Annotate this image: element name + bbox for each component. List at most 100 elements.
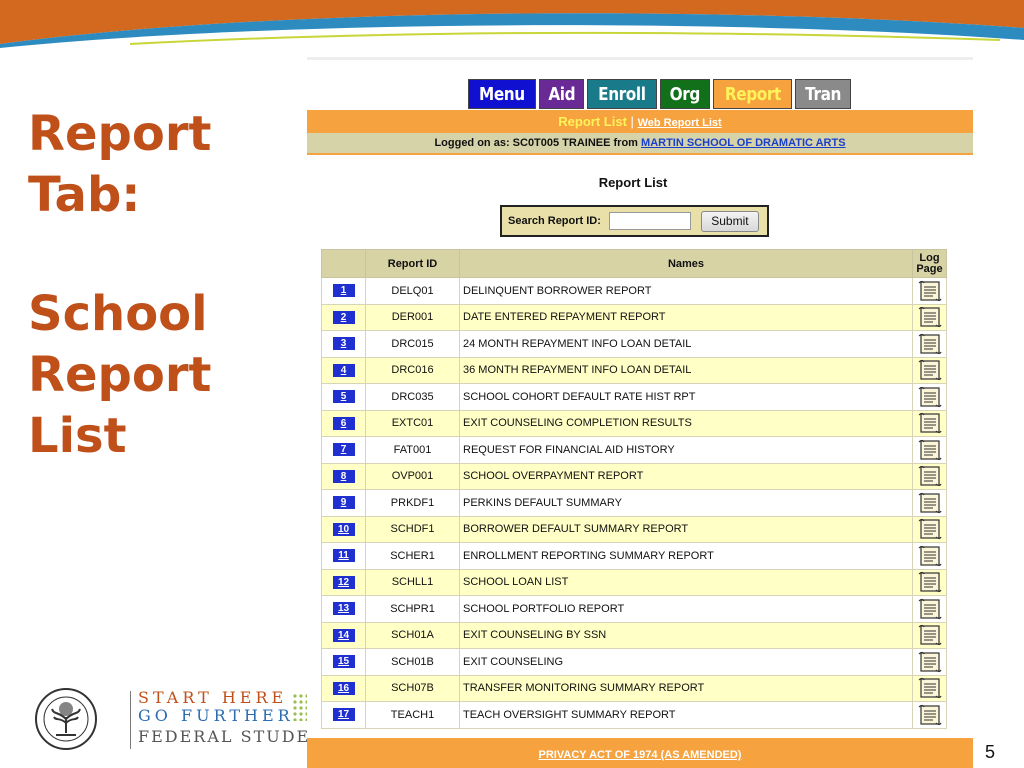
subtitle-line: List <box>28 408 127 464</box>
nav-tabs: Menu Aid Enroll Org Report Tran <box>468 79 852 109</box>
log-page-label: Log Page <box>916 251 943 275</box>
tab-tran[interactable]: Tran <box>795 79 852 109</box>
logo-line-federal: FEDERAL STUDENT A <box>138 727 309 746</box>
row-number-cell: 6 <box>321 409 366 437</box>
subnav-report-list[interactable]: Report List <box>558 114 627 129</box>
submit-button[interactable]: Submit <box>700 210 759 232</box>
scroll-icon[interactable] <box>918 518 942 540</box>
login-status: Logged on as: SC0T005 TRAINEE from MARTI… <box>307 133 973 155</box>
subtitle-line: Report <box>28 347 212 403</box>
report-name-cell: SCHOOL LOAN LIST <box>459 568 913 596</box>
report-name-cell: DELINQUENT BORROWER REPORT <box>459 277 913 305</box>
report-name-cell: SCHOOL COHORT DEFAULT RATE HIST RPT <box>459 383 913 411</box>
table-row: 16 SCH07B TRANSFER MONITORING SUMMARY REPO… <box>321 674 947 702</box>
report-id-cell: TEACH1 <box>365 701 460 729</box>
search-box: Search Report ID: Submit <box>500 205 769 237</box>
department-seal-icon <box>35 688 97 750</box>
row-number-link[interactable]: 8 <box>332 469 355 483</box>
tab-report[interactable]: Report <box>712 79 793 109</box>
privacy-act-link[interactable]: PRIVACY ACT OF 1974 (AS AMENDED) <box>539 749 742 761</box>
scroll-icon[interactable] <box>918 677 942 699</box>
report-id-cell: SCHLL1 <box>365 568 460 596</box>
row-number-cell: 3 <box>321 330 366 358</box>
subnav-bar: Report List | Web Report List <box>307 110 973 133</box>
row-number-link[interactable]: 4 <box>332 363 355 377</box>
row-number-link[interactable]: 3 <box>332 337 355 351</box>
scroll-icon[interactable] <box>918 571 942 593</box>
tab-label: Tran <box>805 83 842 105</box>
row-number-link[interactable]: 2 <box>332 310 355 324</box>
row-number-link[interactable]: 17 <box>332 708 355 722</box>
scroll-icon[interactable] <box>918 465 942 487</box>
log-page-cell <box>912 515 947 543</box>
report-id-cell: FAT001 <box>365 436 460 464</box>
row-number-cell: 12 <box>321 568 366 596</box>
logo-line-start: START HERE <box>138 688 288 707</box>
scroll-icon[interactable] <box>918 545 942 567</box>
tab-label: Menu <box>479 83 525 105</box>
tab-enroll[interactable]: Enroll <box>587 79 657 109</box>
scroll-icon[interactable] <box>918 704 942 726</box>
scroll-icon[interactable] <box>918 386 942 408</box>
log-page-cell <box>912 330 947 358</box>
row-number-link[interactable]: 11 <box>332 549 355 563</box>
row-number-cell: 2 <box>321 303 366 331</box>
school-link[interactable]: MARTIN SCHOOL OF DRAMATIC ARTS <box>641 137 846 149</box>
report-id-cell: SCHDF1 <box>365 515 460 543</box>
title-line: Report <box>28 106 212 162</box>
log-page-cell <box>912 648 947 676</box>
row-number-cell: 5 <box>321 383 366 411</box>
row-number-cell: 15 <box>321 648 366 676</box>
report-name-cell: 24 MONTH REPAYMENT INFO LOAN DETAIL <box>459 330 913 358</box>
row-number-link[interactable]: 7 <box>332 443 355 457</box>
table-row: 11 SCHER1 ENROLLMENT REPORTING SUMMARY REP… <box>321 542 947 570</box>
scroll-icon[interactable] <box>918 651 942 673</box>
tab-label: Enroll <box>598 83 646 105</box>
row-number-link[interactable]: 10 <box>332 522 355 536</box>
login-prefix: Logged on as: SC0T005 TRAINEE from <box>434 137 638 149</box>
row-number-link[interactable]: 5 <box>332 390 355 404</box>
log-page-cell <box>912 383 947 411</box>
tab-menu[interactable]: Menu <box>468 79 536 109</box>
row-number-link[interactable]: 13 <box>332 602 355 616</box>
report-name-cell: DATE ENTERED REPAYMENT REPORT <box>459 303 913 331</box>
scroll-icon[interactable] <box>918 439 942 461</box>
report-id-cell: SCHPR1 <box>365 595 460 623</box>
log-page-cell <box>912 277 947 305</box>
scroll-icon[interactable] <box>918 624 942 646</box>
row-number-link[interactable]: 14 <box>332 628 355 642</box>
subnav-web-report-list[interactable]: Web Report List <box>638 117 722 129</box>
scroll-icon[interactable] <box>918 492 942 514</box>
row-number-cell: 17 <box>321 701 366 729</box>
report-id-cell: DRC035 <box>365 383 460 411</box>
table-row: 13 SCHPR1 SCHOOL PORTFOLIO REPORT <box>321 595 947 623</box>
table-row: 6 EXTC01 EXIT COUNSELING COMPLETION RESULT… <box>321 409 947 437</box>
row-number-cell: 8 <box>321 462 366 490</box>
row-number-link[interactable]: 9 <box>332 496 355 510</box>
scroll-icon[interactable] <box>918 412 942 434</box>
scroll-icon[interactable] <box>918 359 942 381</box>
row-number-link[interactable]: 12 <box>332 575 355 589</box>
row-number-cell: 10 <box>321 515 366 543</box>
log-page-cell <box>912 621 947 649</box>
tab-org[interactable]: Org <box>659 79 710 109</box>
report-list-heading: Report List <box>598 175 668 190</box>
log-page-cell <box>912 462 947 490</box>
report-name-cell: BORROWER DEFAULT SUMMARY REPORT <box>459 515 913 543</box>
table-header-row: Report ID Names Log Page <box>321 249 947 278</box>
scroll-icon[interactable] <box>918 306 942 328</box>
row-number-link[interactable]: 16 <box>332 681 355 695</box>
scroll-icon[interactable] <box>918 280 942 302</box>
report-id-cell: SCH01A <box>365 621 460 649</box>
row-number-link[interactable]: 1 <box>332 284 355 298</box>
row-number-link[interactable]: 15 <box>332 655 355 669</box>
scroll-icon[interactable] <box>918 333 942 355</box>
report-id-cell: SCH01B <box>365 648 460 676</box>
tab-aid[interactable]: Aid <box>538 79 585 109</box>
scroll-icon[interactable] <box>918 598 942 620</box>
row-number-link[interactable]: 6 <box>332 416 355 430</box>
table-row: 2 DER001 DATE ENTERED REPAYMENT REPORT <box>321 303 947 331</box>
search-report-id-input[interactable] <box>608 212 691 230</box>
table-row: 10 SCHDF1 BORROWER DEFAULT SUMMARY REPORT <box>321 515 947 543</box>
report-id-cell: DER001 <box>365 303 460 331</box>
